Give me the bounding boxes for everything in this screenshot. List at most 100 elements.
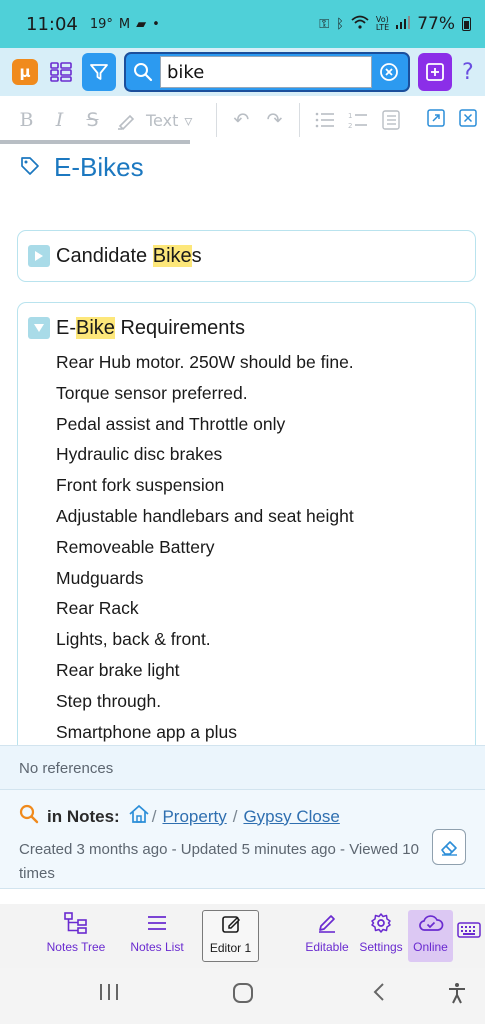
chat-icon: ▰ bbox=[136, 16, 147, 32]
ebike-requirements-section[interactable]: E-Bike Requirements Rear Hub motor. 250W… bbox=[17, 302, 476, 762]
layout-grid-icon[interactable] bbox=[48, 59, 74, 85]
filter-icon bbox=[90, 64, 108, 80]
pencil-icon bbox=[317, 910, 337, 936]
breadcrumb-link-property[interactable]: Property bbox=[162, 807, 226, 827]
chevron-down-icon: ▿ bbox=[184, 110, 193, 130]
keyboard-icon bbox=[457, 910, 481, 950]
lte-icon: Vo) LTE bbox=[375, 15, 390, 32]
list-item[interactable]: Torque sensor preferred. bbox=[56, 378, 475, 409]
list-item[interactable]: Step through. bbox=[56, 686, 475, 717]
nav-label: Notes List bbox=[130, 940, 184, 954]
title-text: s bbox=[191, 244, 202, 267]
list-item[interactable]: Lights, back & front. bbox=[56, 624, 475, 655]
edit-square-icon bbox=[221, 911, 241, 937]
toolbar-scroll-indicator bbox=[0, 140, 190, 144]
home-button-icon[interactable] bbox=[232, 982, 254, 1008]
nav-online[interactable]: Online bbox=[408, 910, 453, 962]
nav-settings[interactable]: Settings bbox=[357, 910, 405, 962]
breadcrumb: in Notes: / Property / Gypsy Close bbox=[19, 804, 344, 829]
nav-label: Editor 1 bbox=[209, 941, 252, 955]
svg-text:2: 2 bbox=[348, 122, 352, 130]
text-style-label: Text bbox=[146, 110, 179, 130]
search-box bbox=[124, 52, 410, 92]
filter-button[interactable] bbox=[82, 53, 116, 91]
home-icon[interactable] bbox=[128, 804, 150, 829]
clock: 11:04 bbox=[26, 13, 78, 35]
list-item[interactable]: Pedal assist and Throttle only bbox=[56, 409, 475, 440]
system-nav-bar bbox=[0, 968, 485, 1024]
candidate-bikes-section[interactable]: Candidate Bikes bbox=[17, 230, 476, 282]
title-text: Requirements bbox=[114, 316, 245, 339]
bullet-list-icon[interactable] bbox=[308, 111, 341, 129]
nav-label: Settings bbox=[359, 940, 403, 954]
strikethrough-icon[interactable]: S bbox=[76, 109, 109, 131]
new-note-button[interactable] bbox=[418, 53, 452, 91]
svg-text:1: 1 bbox=[348, 112, 352, 120]
search-icon bbox=[19, 804, 39, 829]
accessibility-icon[interactable] bbox=[446, 982, 468, 1008]
search-toolbar: μ ? bbox=[0, 48, 485, 96]
divider bbox=[216, 103, 217, 137]
divider bbox=[299, 103, 300, 137]
nav-editable[interactable]: Editable bbox=[302, 910, 352, 962]
search-highlight: Bike bbox=[76, 316, 115, 339]
cloud-check-icon bbox=[418, 910, 444, 936]
redo-icon[interactable]: ↷ bbox=[258, 109, 291, 131]
list-item[interactable]: Rear brake light bbox=[56, 655, 475, 686]
tree-icon bbox=[64, 910, 88, 936]
list-item[interactable]: Rear Hub motor. 250W should be fine. bbox=[56, 347, 475, 378]
tag-icon bbox=[20, 156, 40, 180]
nav-label: Editable bbox=[305, 940, 349, 954]
list-item[interactable]: Adjustable handlebars and seat height bbox=[56, 501, 475, 532]
checklist-icon[interactable] bbox=[374, 110, 407, 130]
undo-icon[interactable]: ↶ bbox=[225, 109, 258, 131]
numbered-list-icon[interactable]: 12 bbox=[341, 110, 374, 130]
eraser-button[interactable] bbox=[432, 829, 466, 865]
text-style-dropdown[interactable]: Text ▿ bbox=[146, 111, 208, 130]
collapse-triangle-icon[interactable] bbox=[28, 317, 50, 339]
keyboard-toggle[interactable] bbox=[456, 910, 482, 962]
breadcrumb-link-gypsy-close[interactable]: Gypsy Close bbox=[243, 807, 339, 827]
nav-notes-list[interactable]: Notes List bbox=[126, 910, 188, 962]
menu-icon bbox=[147, 910, 167, 936]
references-bar: No references bbox=[0, 745, 485, 789]
close-editor-icon[interactable] bbox=[459, 109, 477, 131]
app-logo-icon[interactable]: μ bbox=[12, 59, 38, 85]
section-title: Candidate Bikes bbox=[56, 244, 202, 268]
weather-temp: 19° bbox=[89, 16, 113, 32]
nav-label: Online bbox=[413, 940, 448, 954]
open-external-icon[interactable] bbox=[427, 109, 445, 131]
breadcrumb-separator: / bbox=[232, 806, 238, 826]
format-toolbar: B I S Text ▿ ↶ ↷ 12 bbox=[0, 96, 485, 144]
status-bar: 11:04 19° M ▰ • ⚿ ᛒ Vo) LTE 77% bbox=[0, 0, 485, 48]
list-item[interactable]: Hydraulic disc brakes bbox=[56, 439, 475, 470]
list-item[interactable]: Removeable Battery bbox=[56, 532, 475, 563]
nav-label: Notes Tree bbox=[46, 940, 106, 954]
bluetooth-icon: ᛒ bbox=[336, 16, 344, 32]
note-title[interactable]: E-Bikes bbox=[54, 152, 144, 183]
battery-percent: 77% bbox=[417, 14, 455, 34]
help-icon[interactable]: ? bbox=[462, 60, 474, 85]
list-item[interactable]: Mudguards bbox=[56, 563, 475, 594]
expand-triangle-icon[interactable] bbox=[28, 245, 50, 267]
nav-editor[interactable]: Editor 1 bbox=[202, 910, 259, 962]
italic-icon[interactable]: I bbox=[43, 109, 76, 131]
bold-icon[interactable]: B bbox=[10, 109, 43, 131]
list-item[interactable]: Smartphone app a plus bbox=[56, 717, 475, 748]
list-item[interactable]: Rear Rack bbox=[56, 593, 475, 624]
search-icon[interactable] bbox=[126, 54, 160, 90]
nav-notes-tree[interactable]: Notes Tree bbox=[44, 910, 108, 962]
note-metadata: Created 3 months ago - Updated 5 minutes… bbox=[19, 841, 419, 882]
gmail-icon: M bbox=[118, 16, 131, 32]
clear-search-icon[interactable] bbox=[372, 54, 406, 90]
battery-icon bbox=[462, 17, 471, 31]
back-icon[interactable] bbox=[370, 982, 388, 1006]
recent-apps-icon[interactable] bbox=[98, 982, 120, 1006]
highlighter-icon[interactable] bbox=[109, 110, 142, 130]
wifi-icon bbox=[351, 15, 369, 33]
list-item[interactable]: Front fork suspension bbox=[56, 470, 475, 501]
search-input[interactable] bbox=[160, 56, 372, 88]
signal-icon bbox=[396, 15, 411, 33]
bottom-nav: Notes Tree Notes List Editor 1 Editable … bbox=[0, 904, 485, 968]
requirements-list: Rear Hub motor. 250W should be fine. Tor… bbox=[18, 347, 475, 747]
